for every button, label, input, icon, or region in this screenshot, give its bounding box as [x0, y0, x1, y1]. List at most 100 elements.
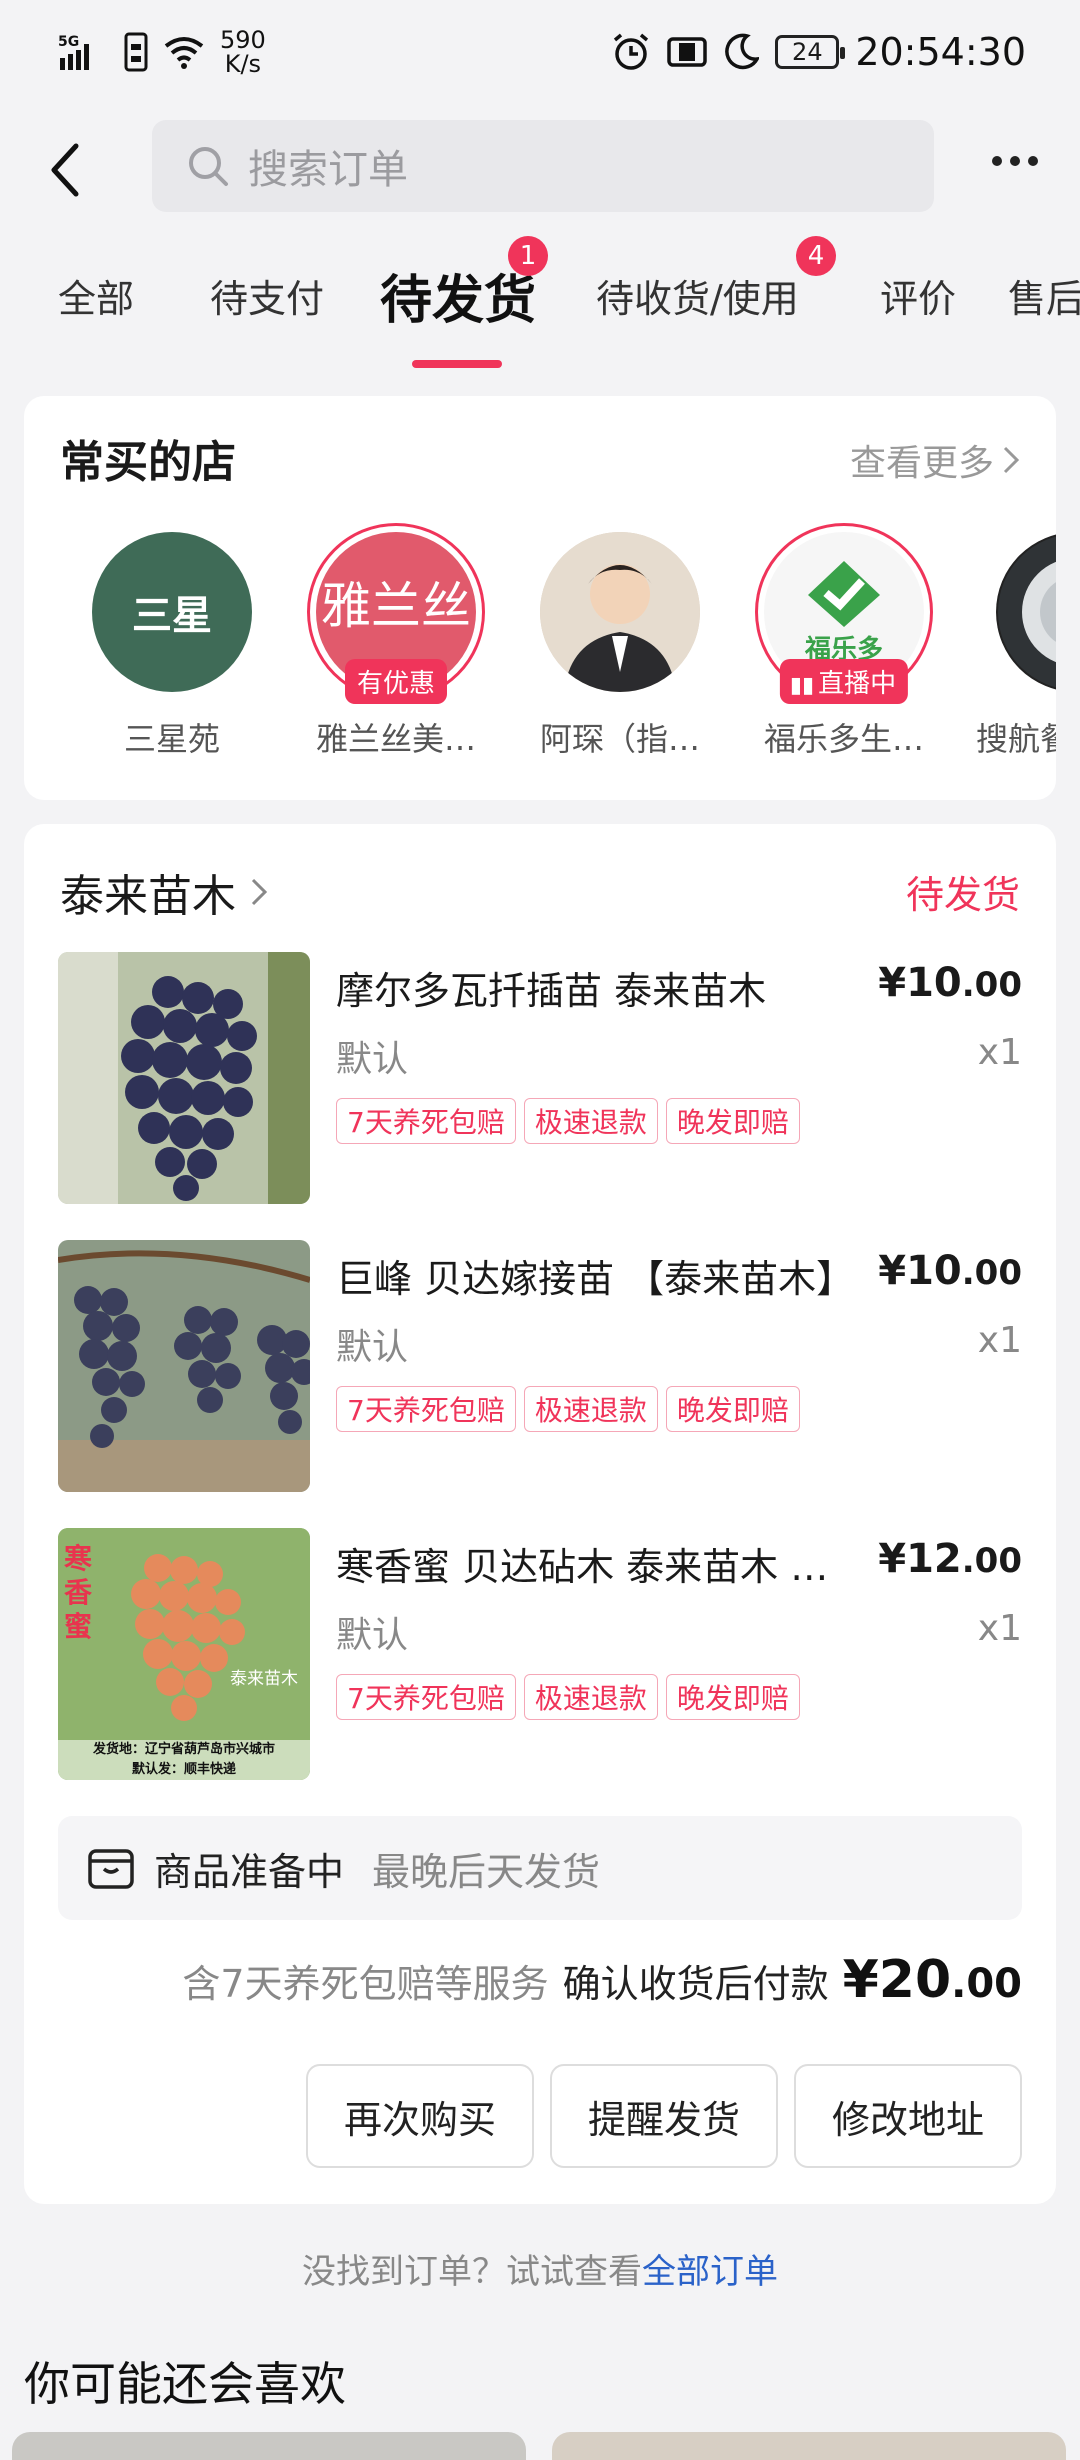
more-button[interactable] [992, 156, 1038, 166]
fuleduo-logo-icon [808, 560, 880, 627]
product-price: ¥10.00 [878, 960, 1022, 1006]
thumb-courier: 默认发：顺丰快递 [131, 1762, 236, 1777]
tab-badge: 4 [796, 236, 836, 276]
tab-after-sales[interactable]: 售后 [1008, 268, 1080, 323]
signal-icon: 5G [58, 34, 89, 70]
total-decimal: .00 [951, 1961, 1022, 2007]
moon-icon [725, 33, 760, 70]
more-dot [1028, 156, 1038, 166]
service-tag: 极速退款 [523, 1674, 658, 1720]
order-card: 泰来苗木 待发货 摩尔多瓦扦插苗 泰来苗木 ¥10.00 默认 x1 7天养死包… [24, 824, 1056, 2204]
grape-photo-icon [58, 952, 310, 1204]
person-photo-icon [540, 532, 700, 692]
frequent-stores-card: 常买的店 查看更多 三星 三星苑 雅兰丝 有优惠 雅兰丝美… 阿琛（指… 福乐多… [24, 396, 1056, 800]
avatar: 福乐多 ▮▮ 直播中 [764, 532, 924, 704]
live-badge-label: 直播中 [818, 669, 897, 699]
service-tag: 极速退款 [523, 1386, 658, 1432]
svg-text:5G: 5G [58, 34, 79, 50]
preparing-desc: 最晚后天发货 [372, 1849, 601, 1894]
recommend-card[interactable] [552, 2432, 1066, 2460]
tab-review[interactable]: 评价 [880, 268, 956, 323]
back-arrow-icon [51, 143, 79, 197]
service-tag: 晚发即赔 [665, 1674, 800, 1720]
alarm-icon [614, 33, 649, 70]
net-speed: 590 K/s [220, 26, 266, 78]
avatar-logo-text: 三星 [132, 593, 212, 639]
service-tags: 7天养死包赔 极速退款 晚发即赔 [336, 1674, 800, 1720]
avatar: 三星 [92, 532, 252, 692]
store-item[interactable]: 三星 三星苑 [72, 532, 272, 760]
product-price: ¥12.00 [878, 1536, 1022, 1582]
back-button[interactable] [40, 134, 96, 206]
tab-all[interactable]: 全部 [58, 268, 134, 323]
buy-again-button[interactable]: 再次购买 [306, 2064, 534, 2168]
product-image [58, 1240, 310, 1492]
product-image: 寒香蜜 泰来苗木 发货地：辽宁省葫芦岛市兴城市 默认发：顺丰快递 [58, 1528, 310, 1780]
order-item[interactable]: 摩尔多瓦扦插苗 泰来苗木 ¥10.00 默认 x1 7天养死包赔 极速退款 晚发… [58, 952, 1022, 1204]
avatar [540, 532, 700, 692]
vibrate-icon [667, 37, 708, 67]
order-item[interactable]: 寒香蜜 泰来苗木 发货地：辽宁省葫芦岛市兴城市 默认发：顺丰快递 寒香蜜 贝达砧… [58, 1528, 1022, 1780]
order-item[interactable]: 巨峰 贝达嫁接苗 【泰来苗木】 ¥10.00 默认 x1 7天养死包赔 极速退款… [58, 1240, 1022, 1492]
store-name: 阿琛（指… [539, 720, 700, 758]
search-input[interactable]: 搜索订单 [152, 120, 934, 212]
total-label: 确认收货后付款 [562, 1962, 829, 2006]
store-name: 雅兰丝美… [315, 720, 476, 758]
product-quantity: x1 [977, 1032, 1022, 1073]
store-item[interactable]: 阿琛（指… [520, 532, 720, 760]
store-item[interactable]: 福乐多 ▮▮ 直播中 福乐多生… [744, 532, 944, 760]
store-name: 搜航餐 [976, 720, 1056, 758]
wifi-icon [164, 37, 204, 69]
preparing-title: 商品准备中 [154, 1849, 345, 1894]
product-title: 巨峰 贝达嫁接苗 【泰来苗木】 [336, 1257, 855, 1301]
change-address-button[interactable]: 修改地址 [794, 2064, 1022, 2168]
hint-text: 没找到订单？试试查看 [302, 2252, 642, 2292]
see-more-link[interactable]: 查看更多 [850, 434, 1020, 486]
order-tabs: 全部 待支付 待发货 1 待收货/使用 4 评价 售后 [0, 230, 1080, 370]
header: 搜索订单 [0, 110, 1080, 230]
discount-badge: 有优惠 [344, 659, 448, 704]
thumb-ship-from: 发货地：辽宁省葫芦岛市兴城市 [92, 1742, 275, 1757]
price-decimal: .00 [961, 965, 1022, 1005]
not-found-hint: 没找到订单？试试查看全部订单 [0, 2244, 1080, 2293]
search-icon [189, 147, 228, 186]
tab-pending-receipt[interactable]: 待收货/使用 [596, 268, 799, 323]
store-item[interactable]: 搜航餐 [968, 532, 1056, 760]
product-image [58, 952, 310, 1204]
store-item[interactable]: 雅兰丝 有优惠 雅兰丝美… [296, 532, 496, 760]
product-title: 摩尔多瓦扦插苗 泰来苗木 [336, 969, 767, 1013]
plate-photo-icon [998, 536, 1056, 688]
service-tag: 极速退款 [523, 1098, 658, 1144]
order-status: 待发货 [905, 873, 1020, 917]
service-tag: 7天养死包赔 [336, 1674, 516, 1720]
active-tab-indicator [412, 360, 502, 368]
clock: 20:54:30 [855, 30, 1026, 74]
price-decimal: .00 [961, 1541, 1022, 1581]
service-tags: 7天养死包赔 极速退款 晚发即赔 [336, 1098, 800, 1144]
price-integer: ¥10 [878, 1248, 962, 1294]
service-tag: 晚发即赔 [665, 1098, 800, 1144]
shop-link[interactable]: 泰来苗木 [60, 860, 268, 924]
more-dots-icon [992, 156, 1002, 166]
package-box-icon [88, 1849, 134, 1889]
product-quantity: x1 [977, 1320, 1022, 1361]
battery-icon: 24 [775, 35, 846, 69]
avatar [996, 532, 1056, 692]
recommend-card[interactable] [12, 2432, 526, 2460]
total-price: ¥20.00 [843, 1950, 1022, 2010]
avatar-logo-text: 雅兰丝 [321, 577, 471, 635]
service-tag: 7天养死包赔 [336, 1098, 516, 1144]
product-spec: 默认 [336, 1615, 409, 1656]
recommend-title: 你可能还会喜欢 [24, 2357, 346, 2411]
tab-pending-payment[interactable]: 待支付 [210, 268, 324, 323]
chevron-right-icon [1003, 446, 1020, 474]
all-orders-link[interactable]: 全部订单 [642, 2252, 778, 2292]
price-integer: ¥10 [878, 960, 962, 1006]
shipping-status-bar[interactable]: 商品准备中 最晚后天发货 [58, 1816, 1022, 1920]
product-spec: 默认 [336, 1327, 409, 1368]
grape-photo-icon [58, 1240, 310, 1492]
remind-shipment-button[interactable]: 提醒发货 [550, 2064, 778, 2168]
sim-icon [124, 32, 148, 72]
order-total: 含7天养死包赔等服务 确认收货后付款 ¥20.00 [182, 1950, 1022, 2010]
thumb-brand-text: 泰来苗木 [230, 1669, 298, 1689]
